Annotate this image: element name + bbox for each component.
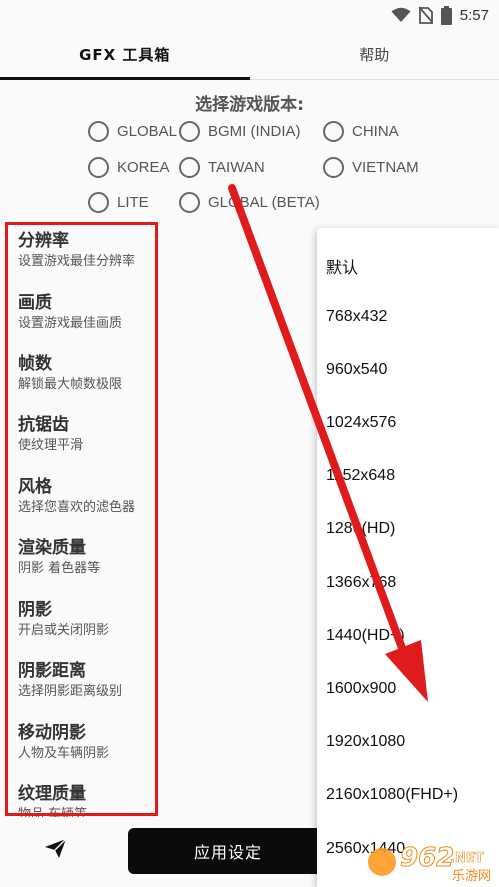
setting-title: 移动阴影 xyxy=(18,723,86,743)
setting-desc: 人物及车辆阴影 xyxy=(18,746,110,761)
radio-circle[interactable] xyxy=(323,121,344,142)
setting-title: 分辨率 xyxy=(18,231,69,251)
setting-resolution[interactable]: 分辨率 设置游戏最佳分辨率 xyxy=(18,230,165,271)
radio-global-beta[interactable]: GLOBAL (BETA) xyxy=(179,192,320,213)
send-button[interactable] xyxy=(36,833,76,869)
resolution-option[interactable]: 768x432 xyxy=(326,308,387,326)
radio-label: TAIWAN xyxy=(208,159,265,176)
setting-title: 抗锯齿 xyxy=(18,415,69,435)
radio-lite[interactable]: LITE xyxy=(88,192,149,213)
radio-bgmi-india[interactable]: BGMI (INDIA) xyxy=(179,121,301,142)
resolution-option[interactable]: 1280(HD) xyxy=(326,520,395,538)
watermark-suffix: .NET xyxy=(450,851,484,866)
setting-render-quality[interactable]: 渲染质量 阴影 着色器等 xyxy=(18,537,165,578)
radio-taiwan[interactable]: TAIWAN xyxy=(179,157,265,178)
radio-korea[interactable]: KOREA xyxy=(88,157,170,178)
setting-desc: 物品 车辆等 xyxy=(18,807,88,817)
version-title: 选择游戏版本: xyxy=(195,95,304,115)
radio-circle[interactable] xyxy=(88,121,109,142)
resolution-option[interactable]: 960x540 xyxy=(326,361,387,379)
radio-vietnam[interactable]: VIETNAM xyxy=(323,157,419,178)
watermark-number: 962 xyxy=(400,843,454,873)
resolution-option[interactable]: 1600x900 xyxy=(326,680,396,698)
setting-title: 风格 xyxy=(18,477,52,497)
radio-circle[interactable] xyxy=(88,192,109,213)
setting-style[interactable]: 风格 选择您喜欢的滤色器 xyxy=(18,476,165,517)
setting-shadows[interactable]: 阴影 开启或关闭阴影 xyxy=(18,599,165,640)
setting-title: 纹理质量 xyxy=(18,784,86,804)
setting-desc: 选择阴影距离级别 xyxy=(18,684,123,699)
setting-desc: 开启或关闭阴影 xyxy=(18,623,110,638)
status-bar: 5:57 xyxy=(0,0,499,30)
radio-label: CHINA xyxy=(352,123,399,140)
no-sim-icon xyxy=(418,6,433,24)
setting-graphics[interactable]: 画质 设置游戏最佳画质 xyxy=(18,292,165,333)
radio-label: BGMI (INDIA) xyxy=(208,123,301,140)
resolution-option[interactable]: 2160x1080(FHD+) xyxy=(326,786,458,804)
settings-list: 分辨率 设置游戏最佳分辨率 画质 设置游戏最佳画质 帧数 解锁最大帧数极限 抗锯… xyxy=(0,222,165,817)
radio-label: GLOBAL xyxy=(117,123,178,140)
setting-anti-aliasing[interactable]: 抗锯齿 使纹理平滑 xyxy=(18,414,165,455)
setting-desc: 设置游戏最佳画质 xyxy=(18,316,123,331)
status-time: 5:57 xyxy=(459,6,489,24)
tab-gfx-toolbox[interactable]: GFX 工具箱 xyxy=(0,30,250,80)
setting-title: 阴影 xyxy=(18,600,52,620)
setting-title: 渲染质量 xyxy=(18,538,86,558)
setting-fps[interactable]: 帧数 解锁最大帧数极限 xyxy=(18,353,165,394)
radio-circle[interactable] xyxy=(323,157,344,178)
setting-desc: 使纹理平滑 xyxy=(18,438,84,453)
radio-china[interactable]: CHINA xyxy=(323,121,399,142)
apply-settings-button[interactable]: 应用设定 xyxy=(128,828,328,874)
setting-texture-quality[interactable]: 纹理质量 物品 车辆等 xyxy=(18,783,165,817)
resolution-option[interactable]: 1024x576 xyxy=(326,414,396,432)
setting-title: 画质 xyxy=(18,293,52,313)
resolution-option[interactable]: 默认 xyxy=(326,254,358,278)
resolution-option[interactable]: 1920x1080 xyxy=(326,733,405,751)
resolution-option[interactable]: 1152x648 xyxy=(326,467,395,485)
radio-label: VIETNAM xyxy=(352,159,419,176)
resolution-option[interactable]: 1366x768 xyxy=(326,574,396,592)
resolution-dropdown-menu: 默认 768x432 960x540 1024x576 1152x648 128… xyxy=(317,228,499,887)
tab-help[interactable]: 帮助 xyxy=(250,30,499,79)
watermark-caption: 乐游网 xyxy=(452,869,491,884)
radio-circle[interactable] xyxy=(179,157,200,178)
radio-circle[interactable] xyxy=(179,192,200,213)
setting-title: 阴影距离 xyxy=(18,661,86,681)
setting-title: 帧数 xyxy=(18,354,52,374)
setting-shadow-distance[interactable]: 阴影距离 选择阴影距离级别 xyxy=(18,660,165,701)
setting-desc: 设置游戏最佳分辨率 xyxy=(18,254,136,269)
radio-label: KOREA xyxy=(117,159,170,176)
radio-circle[interactable] xyxy=(88,157,109,178)
radio-global[interactable]: GLOBAL xyxy=(88,121,177,142)
setting-desc: 阴影 着色器等 xyxy=(18,561,101,576)
wifi-icon xyxy=(391,7,411,23)
radio-circle[interactable] xyxy=(179,121,200,142)
tab-bar: GFX 工具箱 帮助 xyxy=(0,30,499,80)
battery-icon xyxy=(440,5,452,25)
setting-desc: 选择您喜欢的滤色器 xyxy=(18,500,136,515)
watermark-logo-icon xyxy=(368,848,396,876)
radio-label: GLOBAL (BETA) xyxy=(208,194,320,211)
radio-label: LITE xyxy=(117,194,149,211)
resolution-option[interactable]: 1440(HD+) xyxy=(326,627,405,645)
site-watermark: 962 .NET 乐游网 xyxy=(368,843,491,884)
send-icon xyxy=(45,838,67,863)
setting-moving-shadows[interactable]: 移动阴影 人物及车辆阴影 xyxy=(18,722,165,763)
setting-desc: 解锁最大帧数极限 xyxy=(18,377,123,392)
